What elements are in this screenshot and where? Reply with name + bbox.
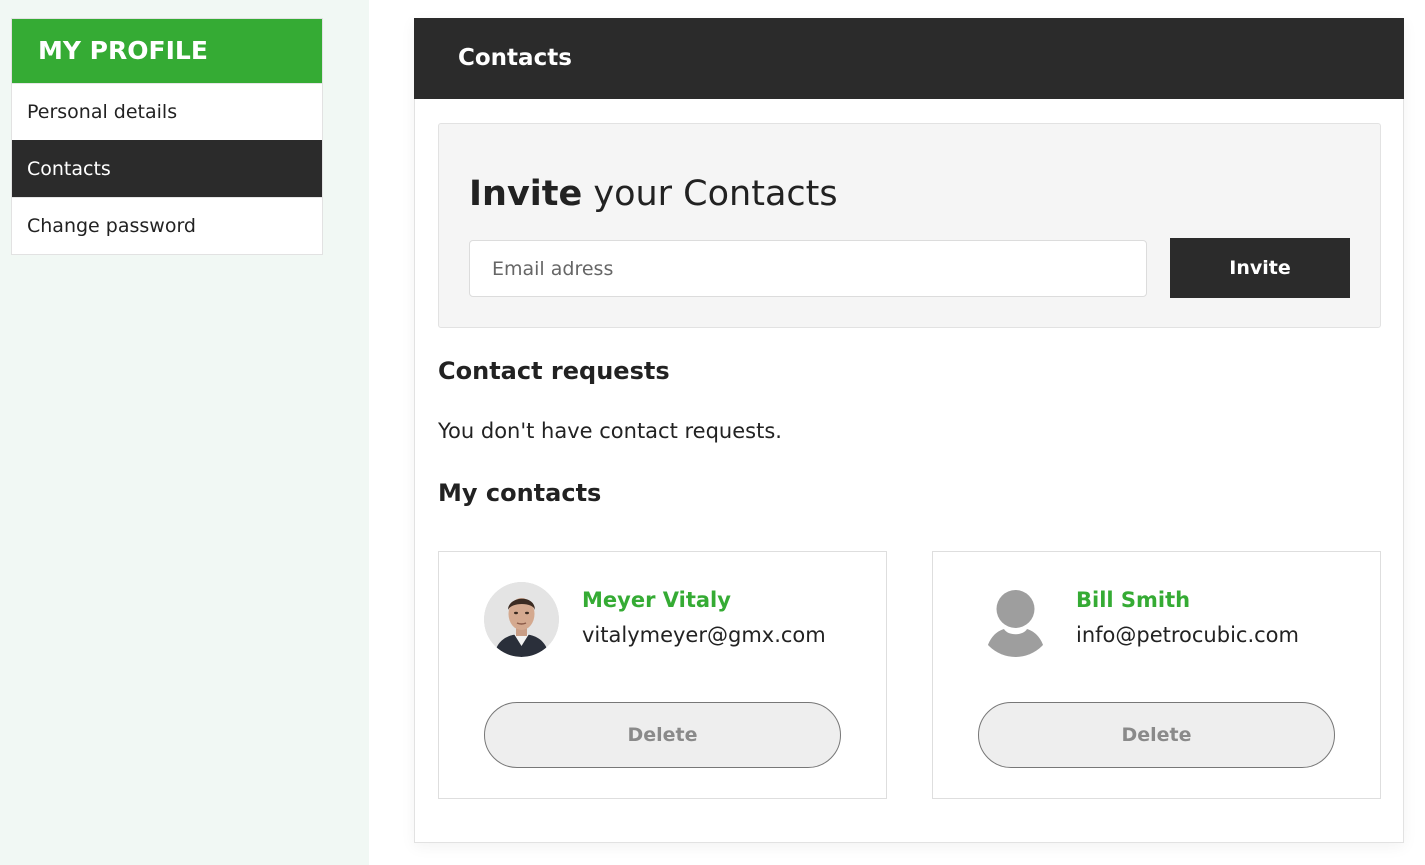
- default-user-icon: [986, 590, 1045, 657]
- avatar: [484, 582, 559, 657]
- sidebar-item-contacts[interactable]: Contacts: [12, 140, 322, 197]
- my-contacts-title: My contacts: [438, 479, 602, 507]
- sidebar-header: MY PROFILE: [12, 19, 322, 83]
- no-requests-text: You don't have contact requests.: [438, 419, 782, 443]
- invite-title-bold: Invite: [469, 174, 583, 214]
- invite-title: Invite your Contacts: [469, 174, 838, 214]
- sidebar-item-change-password[interactable]: Change password: [12, 197, 322, 254]
- profile-sidebar: MY PROFILE Personal details Contacts Cha…: [11, 18, 323, 255]
- contact-name[interactable]: Meyer Vitaly: [582, 588, 731, 612]
- invite-title-rest: your Contacts: [582, 174, 838, 214]
- contact-card: Bill Smith info@petrocubic.com Delete: [932, 551, 1381, 799]
- contacts-panel: Contacts Invite your Contacts Invite Con…: [414, 18, 1404, 843]
- email-input[interactable]: [469, 240, 1147, 297]
- contact-email: info@petrocubic.com: [1076, 623, 1299, 647]
- contact-email: vitalymeyer@gmx.com: [582, 623, 826, 647]
- invite-button[interactable]: Invite: [1170, 238, 1350, 298]
- page-title: Contacts: [414, 18, 1404, 99]
- contact-card: Meyer Vitaly vitalymeyer@gmx.com Delete: [438, 551, 887, 799]
- delete-contact-button[interactable]: Delete: [484, 702, 841, 768]
- contact-photo-icon: [484, 582, 559, 657]
- invite-box: Invite your Contacts Invite: [438, 123, 1381, 328]
- contact-name[interactable]: Bill Smith: [1076, 588, 1190, 612]
- contact-requests-title: Contact requests: [438, 357, 670, 385]
- delete-contact-button[interactable]: Delete: [978, 702, 1335, 768]
- sidebar-item-personal-details[interactable]: Personal details: [12, 83, 322, 140]
- avatar: [978, 582, 1053, 657]
